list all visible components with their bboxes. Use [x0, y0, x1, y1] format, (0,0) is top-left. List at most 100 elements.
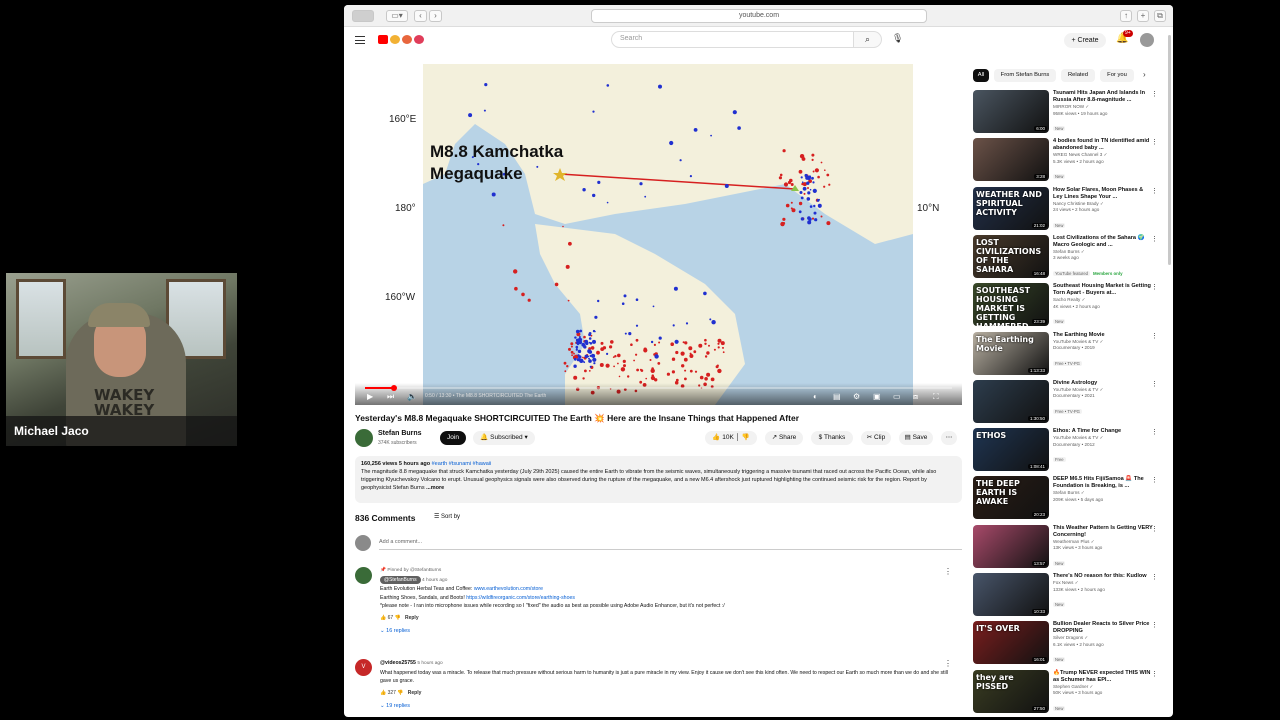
video-title[interactable]: Tsunami Hits Japan And Islands In Russia… — [1053, 90, 1153, 104]
video-thumbnail[interactable]: The Earthing Movie 1:13:33 — [973, 331, 1049, 375]
replies-toggle[interactable]: ⌄ 19 replies — [380, 702, 950, 711]
recommended-video[interactable]: 13:57 This Weather Pattern Is Getting VER… — [973, 524, 1168, 569]
description-box[interactable]: 160,256 views 5 hours ago #earth #tsunam… — [355, 456, 962, 503]
video-thumbnail[interactable]: 3:28 — [973, 138, 1049, 182]
video-title[interactable]: DEEP M6.5 Hits Fiji/Samoa 🚨 The Foundati… — [1053, 476, 1153, 490]
account-avatar[interactable] — [1140, 33, 1154, 47]
channel-name[interactable]: YouTube Movies & TV — [1053, 387, 1098, 392]
video-title[interactable]: Bullion Dealer Reacts to Silver Price DR… — [1053, 621, 1153, 635]
more-options-icon[interactable]: ⋮ — [1151, 428, 1158, 436]
video-title[interactable]: 🔥Trump NEVER expected THIS WIN as Schume… — [1053, 670, 1153, 684]
cast-icon[interactable]: ⧈ — [913, 392, 918, 402]
video-thumbnail[interactable]: 13:57 — [973, 524, 1049, 568]
next-icon[interactable]: ⏭ — [387, 392, 394, 402]
new-tab-icon[interactable]: + — [1137, 10, 1149, 22]
back-icon[interactable]: ‹ — [414, 10, 427, 22]
channel-name[interactable]: YouTube Movies & TV — [1053, 339, 1098, 344]
like-icon[interactable]: 👍 — [380, 615, 386, 621]
subscribed-button[interactable]: 🔔 Subscribed ▾ — [473, 431, 535, 445]
join-button[interactable]: Join — [440, 431, 466, 445]
video-title[interactable]: 4 bodies found in TN identified amid aba… — [1053, 138, 1153, 152]
recommended-video[interactable]: ETHOS 1:08:41 Ethos: A Time for Change YouT… — [973, 428, 1168, 472]
recommended-video[interactable]: WEATHER AND SPIRITUAL ACTIVITY 21:02 How S… — [973, 186, 1168, 231]
video-title[interactable]: This Weather Pattern Is Getting VERY Con… — [1053, 525, 1153, 539]
video-thumbnail[interactable]: LOST CIVILIZATIONS OF THE SAHARA 16:48 — [973, 234, 1049, 278]
chip-from-channel[interactable]: From Stefan Burns — [994, 69, 1056, 82]
scrollbar[interactable] — [1168, 35, 1171, 265]
share-button[interactable]: ↗ Share — [765, 431, 803, 445]
search-input[interactable]: Search — [611, 31, 854, 48]
video-title[interactable]: How Solar Flares, Moon Phases & Ley Line… — [1053, 187, 1153, 201]
video-title[interactable]: There's NO reason for this: Kudlow — [1053, 573, 1153, 580]
comment-menu-icon[interactable]: ⋮ — [944, 659, 952, 668]
like-icon[interactable]: 👍 — [380, 690, 386, 696]
scrubber-handle[interactable] — [391, 385, 398, 391]
recommended-video[interactable]: The Earthing Movie 1:13:33 The Earthing Mo… — [973, 331, 1168, 376]
comment-author[interactable]: @videos25755 — [380, 660, 416, 666]
more-options-icon[interactable]: ⋮ — [1151, 525, 1158, 533]
channel-name[interactable]: Weatherman Plus — [1053, 539, 1089, 544]
comment-link[interactable]: www.earthevolution.com/store — [474, 586, 543, 592]
chip-for-you[interactable]: For you — [1100, 69, 1134, 82]
fullscreen-icon[interactable]: ⛶ — [933, 392, 939, 402]
create-button[interactable]: + Create — [1064, 33, 1106, 48]
recommended-video[interactable]: IT'S OVER 16:01 Bullion Dealer Reacts to S… — [973, 621, 1168, 665]
chip-all[interactable]: All — [973, 69, 989, 82]
microphone-icon[interactable]: 🎙 — [892, 33, 903, 44]
like-button[interactable]: 👍 10K │ 👎 — [705, 431, 757, 445]
channel-name[interactable]: Nancy Christine Brady — [1053, 201, 1099, 206]
more-options-icon[interactable]: ⋮ — [1151, 573, 1158, 581]
channel-name[interactable]: Fox News — [1053, 580, 1073, 585]
video-thumbnail[interactable]: THE DEEP EARTH IS AWAKE 20:23 — [973, 476, 1049, 520]
recommended-video[interactable]: 6:00 Tsunami Hits Japan And Islands In Ru… — [973, 90, 1168, 134]
channel-name[interactable]: WREG News Channel 3 — [1053, 152, 1102, 157]
video-thumbnail[interactable]: 6:00 — [973, 90, 1049, 133]
thanks-button[interactable]: $ Thanks — [811, 431, 853, 445]
comment-menu-icon[interactable]: ⋮ — [944, 567, 952, 576]
dislike-icon[interactable]: 👎 — [395, 615, 401, 621]
video-thumbnail[interactable]: ETHOS 1:08:41 — [973, 428, 1049, 472]
settings-gear-icon[interactable]: ⚙ — [853, 392, 860, 401]
clip-button[interactable]: ✂ Clip — [861, 431, 891, 445]
more-options-icon[interactable]: ⋮ — [1151, 670, 1158, 678]
more-options-icon[interactable]: ⋮ — [1151, 621, 1158, 629]
subtitles-icon[interactable]: ▤ — [833, 392, 841, 401]
channel-name[interactable]: Stefan Burns — [1053, 490, 1080, 495]
url-bar[interactable]: youtube.com — [591, 9, 927, 23]
more-options-icon[interactable]: ⋮ — [1151, 90, 1158, 98]
add-comment-input[interactable]: Add a comment... — [379, 539, 422, 545]
recommended-video[interactable]: LOST CIVILIZATIONS OF THE SAHARA 16:48 Los… — [973, 234, 1168, 279]
comment-link[interactable]: https://wildfireorganic.com/store/earthi… — [466, 595, 575, 601]
volume-icon[interactable]: 🔈 — [407, 392, 417, 401]
channel-name[interactable]: Stefan Burns — [1053, 249, 1080, 254]
more-options-icon[interactable]: ⋮ — [1151, 380, 1158, 388]
more-options-icon[interactable]: ⋮ — [1151, 235, 1158, 243]
channel-name[interactable]: YouTube Movies & TV — [1053, 435, 1098, 440]
theater-mode-icon[interactable]: ▭ — [893, 392, 901, 401]
more-options-icon[interactable]: ⋮ — [1151, 332, 1158, 340]
channel-name[interactable]: Stefan Burns — [378, 430, 422, 437]
channel-avatar[interactable] — [355, 429, 373, 447]
more-options-icon[interactable]: ⋮ — [1151, 283, 1158, 291]
chip-related[interactable]: Related — [1061, 69, 1095, 82]
youtube-logo[interactable] — [378, 35, 424, 44]
video-player[interactable]: M8.8 Kamchatka Megaquake 160°E 180° 160°… — [355, 64, 962, 405]
sidebar-toggle-icon[interactable]: ▭▾ — [386, 10, 408, 22]
forward-icon[interactable]: › — [429, 10, 442, 22]
more-link[interactable]: ...more — [426, 485, 444, 491]
traffic-lights[interactable] — [352, 10, 374, 22]
channel-name[interactable]: Sacho Realty — [1053, 297, 1080, 302]
channel-name[interactable]: MIRROR NOW — [1053, 104, 1084, 109]
tabs-overview-icon[interactable]: ⧉ — [1154, 10, 1166, 22]
autoplay-toggle[interactable]: ◐ — [813, 392, 818, 401]
video-title[interactable]: Divine Astrology — [1053, 380, 1153, 387]
reply-button[interactable]: Reply — [408, 690, 422, 696]
comment-avatar[interactable]: V — [355, 659, 372, 676]
video-thumbnail[interactable]: 1:30:50 — [973, 379, 1049, 423]
more-actions-icon[interactable]: ⋯ — [941, 431, 957, 445]
more-options-icon[interactable]: ⋮ — [1151, 476, 1158, 484]
search-icon[interactable]: ⌕ — [854, 31, 882, 48]
comment-author[interactable]: @StefanBurns — [380, 575, 421, 584]
share-icon[interactable]: ↑ — [1120, 10, 1132, 22]
video-title[interactable]: The Earthing Movie — [1053, 332, 1153, 339]
